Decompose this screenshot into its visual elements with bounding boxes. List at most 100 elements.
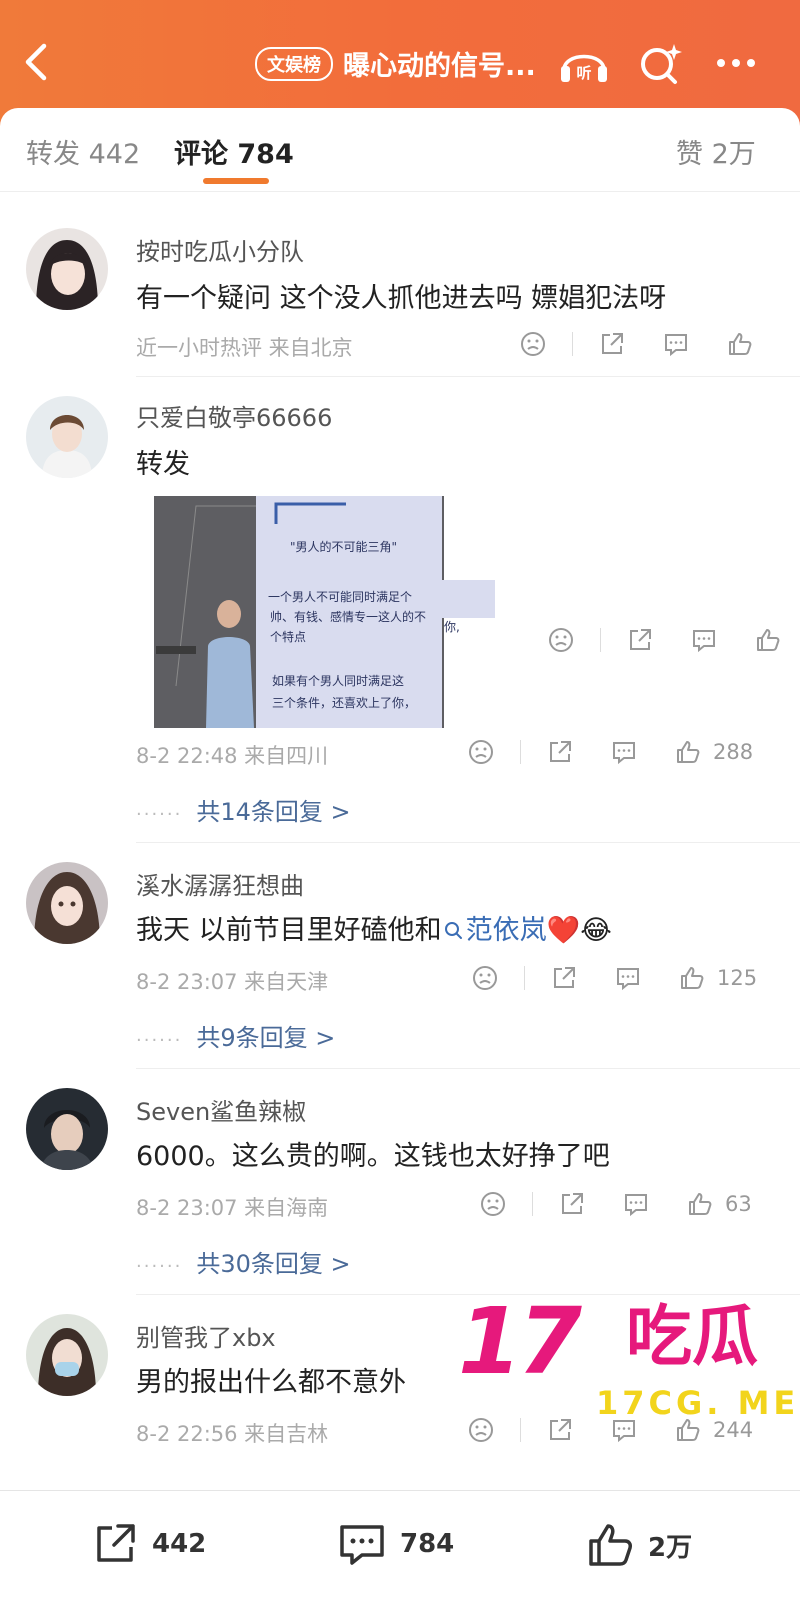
image-heading: "男人的不可能三角" (290, 540, 398, 554)
search-icon (444, 922, 462, 939)
share-icon[interactable] (595, 327, 629, 361)
share-icon (97, 1524, 135, 1562)
watermark-text: 吃瓜 (626, 1298, 758, 1375)
like-icon[interactable] (751, 623, 785, 657)
avatar[interactable] (26, 396, 108, 478)
comment-actions: 63 (476, 1187, 752, 1221)
dislike-icon[interactable] (468, 961, 502, 995)
action-separator (532, 1192, 533, 1216)
comment-text: 有一个疑问 这个没人抓他进去吗 嫖娼犯法呀 (136, 283, 667, 314)
share-icon[interactable] (555, 1187, 589, 1221)
view-replies-link[interactable]: ······ 共30条回复 > (136, 1244, 351, 1279)
like-count: 288 (713, 740, 754, 764)
comment-icon (340, 1525, 384, 1565)
like-icon[interactable] (723, 327, 757, 361)
back-icon[interactable] (18, 40, 58, 84)
like-icon[interactable] (683, 1187, 717, 1221)
share-icon[interactable] (543, 735, 577, 769)
share-icon[interactable] (623, 623, 657, 657)
image-line: 三个条件，还喜欢上了你， (272, 696, 417, 710)
replies-count: 共30条回复 > (196, 1250, 351, 1278)
hot-list-tag: 文娱榜 (255, 46, 333, 81)
comment-divider (136, 376, 800, 377)
reply-icon[interactable] (619, 1187, 653, 1221)
username[interactable]: 溪水潺潺狂想曲 (136, 866, 304, 901)
page-title: 曝心动的信号... (343, 51, 536, 82)
comment-actions (516, 327, 757, 361)
dislike-icon[interactable] (516, 327, 550, 361)
comment-meta: 近一小时热评 来自北京 (136, 336, 353, 360)
comment-count: 784 (400, 1529, 455, 1559)
action-separator (572, 332, 573, 356)
tab-bar: 转发 442 评论 784 赞 2万 (0, 108, 800, 192)
username[interactable]: 只爱白敬亭66666 (136, 398, 332, 433)
comment-actions: 288 (464, 735, 753, 769)
dislike-icon[interactable] (476, 1187, 510, 1221)
like-icon[interactable] (675, 961, 709, 995)
like-icon (589, 1524, 632, 1566)
avatar[interactable] (26, 862, 108, 944)
watermark-site: 17CG. ME (596, 1384, 800, 1422)
active-tab-indicator (203, 178, 269, 184)
repost-count: 442 (152, 1529, 207, 1559)
username[interactable]: 按时吃瓜小分队 (136, 232, 304, 267)
topic-label: 范依岚 (465, 915, 547, 946)
search-sparkle-icon[interactable] (636, 40, 684, 86)
replies-dots: ······ (136, 1256, 183, 1277)
comment-actions: 125 (468, 961, 757, 995)
like-button[interactable]: 2万 (586, 1521, 692, 1569)
replies-dots: ······ (136, 804, 183, 825)
more-icon[interactable] (712, 40, 760, 86)
like-count: 2万 (648, 1532, 693, 1563)
comment-text: 我天 以前节目里好磕他和 范依岚❤️😂 (136, 908, 612, 947)
image-line: 个特点 (270, 630, 307, 644)
share-icon[interactable] (547, 961, 581, 995)
tab-comments[interactable]: 评论 784 (174, 132, 294, 171)
bottom-action-bar: 442 784 2万 (0, 1490, 800, 1600)
repost-button[interactable]: 442 (92, 1521, 206, 1567)
image-line: 你, (444, 620, 460, 634)
comment-meta: 8-2 22:56 来自吉林 (136, 1422, 329, 1446)
tab-reposts[interactable]: 转发 442 (26, 132, 140, 171)
avatar[interactable] (26, 1088, 108, 1170)
comment-button[interactable]: 784 (338, 1521, 454, 1567)
comment-divider (136, 842, 800, 843)
comment-image[interactable]: "男人的不可能三角" 一个男人不可能同时满足个 帅、有钱、感情专一这人的不 个特… (136, 496, 506, 732)
replies-count: 共9条回复 > (196, 1024, 336, 1052)
reply-icon[interactable] (611, 961, 645, 995)
dislike-icon[interactable] (464, 735, 498, 769)
like-count: 125 (717, 966, 758, 990)
image-line: 一个男人不可能同时满足个 (268, 590, 413, 604)
username[interactable]: 别管我了xbx (136, 1318, 276, 1353)
comment-meta: 8-2 23:07 来自天津 (136, 970, 329, 994)
comment-text: 6000。这么贵的啊。这钱也太好挣了吧 (136, 1141, 610, 1172)
image-line: 如果有个男人同时满足这 (272, 674, 405, 688)
avatar[interactable] (26, 228, 108, 310)
comment-emoji: ❤️😂 (546, 915, 612, 946)
header-title-group[interactable]: 文娱榜 曝心动的信号... (255, 44, 536, 83)
reply-icon[interactable] (659, 327, 693, 361)
action-separator (524, 966, 525, 990)
image-overlay-actions (544, 623, 785, 657)
watermark-logo: 17 吃瓜 17CG. ME (458, 1296, 800, 1426)
dislike-icon[interactable] (544, 623, 578, 657)
listen-icon[interactable]: 听 (558, 40, 607, 86)
comment-text: 男的报出什么都不意外 (136, 1367, 406, 1398)
svg-text:听: 听 (576, 64, 591, 82)
reply-icon[interactable] (607, 735, 641, 769)
reply-icon[interactable] (687, 623, 721, 657)
username[interactable]: Seven鲨鱼辣椒 (136, 1092, 306, 1127)
tab-likes[interactable]: 赞 2万 (676, 132, 756, 171)
comment-meta: 8-2 22:48 来自四川 (136, 744, 329, 768)
action-separator (520, 740, 521, 764)
comment-divider (136, 1068, 800, 1069)
view-replies-link[interactable]: ······ 共14条回复 > (136, 792, 351, 827)
avatar[interactable] (26, 1314, 108, 1396)
topic-link[interactable]: 范依岚 (442, 915, 547, 946)
like-icon[interactable] (671, 735, 705, 769)
view-replies-link[interactable]: ······ 共9条回复 > (136, 1018, 335, 1053)
comment-meta: 8-2 23:07 来自海南 (136, 1196, 329, 1220)
replies-dots: ······ (136, 1030, 183, 1051)
like-count: 63 (725, 1192, 752, 1216)
comment-text-prefix: 我天 以前节目里好磕他和 (136, 915, 442, 946)
